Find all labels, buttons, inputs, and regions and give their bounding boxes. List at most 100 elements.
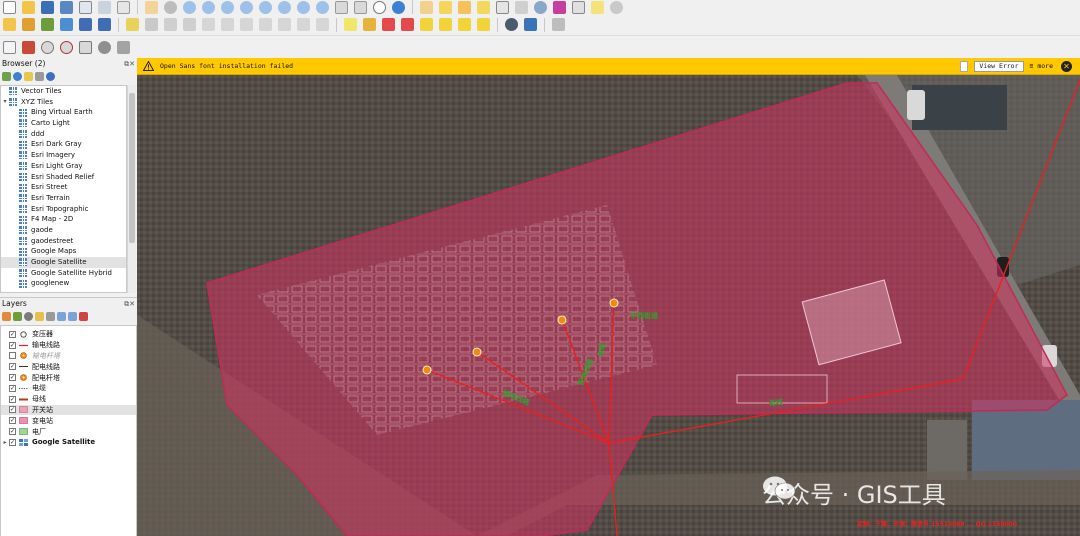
layer-checkbox[interactable]: ✓ (9, 438, 16, 446)
tower-point[interactable] (422, 365, 432, 375)
layer-item[interactable]: 输电杆塔 (1, 351, 136, 362)
layer-checkbox[interactable]: ✓ (9, 330, 16, 338)
label-properties-icon[interactable] (475, 16, 492, 33)
layer-item[interactable]: ✓ 电厂 (1, 426, 136, 437)
tree-item[interactable]: googlenew (1, 278, 126, 289)
filter-legend-icon[interactable] (35, 312, 44, 321)
message-scroll-icon[interactable] (960, 60, 969, 72)
layer-checkbox[interactable]: ✓ (9, 341, 16, 349)
layer-checkbox[interactable] (9, 352, 16, 360)
layer-tree[interactable]: ✓ 变压器 ✓ 输电线路 输电杆塔 ✓ 配电线路 ✓ 配电杆塔 ✓ 电缆 ✓ 母线 ✓ 开关站… (0, 325, 137, 536)
modify-attributes-icon[interactable] (200, 16, 217, 33)
layer-checkbox[interactable]: ✓ (9, 374, 16, 382)
tree-item[interactable]: F4 Map - 2D (1, 214, 126, 225)
tree-item[interactable]: Esri Shaded Relief (1, 172, 126, 183)
settings-tool-icon[interactable] (115, 39, 132, 56)
tree-item[interactable]: Bing Virtual Earth (1, 107, 126, 118)
browser-scroll-thumb[interactable] (129, 93, 135, 243)
layer-checkbox[interactable]: ✓ (9, 395, 16, 403)
tree-item[interactable]: Vector Tiles (1, 86, 126, 97)
expand-arrow-icon[interactable]: ▾ (1, 97, 9, 108)
browser-scrollbar[interactable] (127, 85, 136, 293)
save-edits-icon[interactable] (143, 16, 160, 33)
tree-item[interactable]: Google Satellite Hybrid (1, 268, 126, 279)
refresh-browser-icon[interactable] (13, 72, 22, 81)
redo-icon[interactable] (314, 16, 331, 33)
zoom-tool-icon[interactable] (58, 39, 75, 56)
add-feature-icon[interactable] (162, 16, 179, 33)
expand-all-icon[interactable] (57, 312, 66, 321)
globe-plugin-icon[interactable] (503, 16, 520, 33)
tree-item[interactable]: Esri Dark Gray (1, 139, 126, 150)
layer-item-selected[interactable]: ✓ 开关站 (1, 404, 136, 416)
layer-checkbox[interactable]: ✓ (9, 363, 16, 371)
rotate-label-icon[interactable] (437, 16, 454, 33)
highlight-pinned-icon[interactable] (380, 16, 397, 33)
layer-checkbox[interactable]: ✓ (9, 417, 16, 425)
show-hide-labels-icon[interactable] (399, 16, 416, 33)
layer-item[interactable]: ▸ ✓ Google Satellite (1, 437, 136, 448)
properties-icon[interactable] (46, 72, 55, 81)
tree-item[interactable]: ddd (1, 129, 126, 140)
extent-tool-icon[interactable] (77, 39, 94, 56)
browser-tree[interactable]: Vector Tiles ▾ XYZ Tiles Bing Virtual Ear… (0, 85, 127, 293)
add-group-icon[interactable] (13, 312, 22, 321)
vertex-tool-icon[interactable] (181, 16, 198, 33)
remove-layer-icon[interactable] (79, 312, 88, 321)
layer-item[interactable]: ✓ 电缆 (1, 383, 136, 394)
panel-float-close-icon[interactable]: ⧉✕ (124, 58, 137, 70)
tree-item[interactable]: Google Maps (1, 246, 126, 257)
new-map-view-icon[interactable] (1, 39, 18, 56)
tree-item[interactable]: gaode (1, 225, 126, 236)
tower-point[interactable] (472, 347, 482, 357)
python-console-icon[interactable] (522, 16, 539, 33)
add-spatialite-icon[interactable] (77, 16, 94, 33)
tree-item[interactable]: Esri Imagery (1, 150, 126, 161)
layer-checkbox[interactable]: ✓ (9, 428, 16, 436)
cut-features-icon[interactable] (238, 16, 255, 33)
undo-icon[interactable] (295, 16, 312, 33)
change-label-icon[interactable] (456, 16, 473, 33)
add-virtual-layer-icon[interactable] (96, 16, 113, 33)
layer-item[interactable]: ✓ 变电站 (1, 415, 136, 426)
collapse-all-icon[interactable] (35, 72, 44, 81)
layer-item[interactable]: ✓ 变压器 (1, 329, 136, 340)
add-delimited-text-icon[interactable] (58, 16, 75, 33)
toggle-editing-icon[interactable] (124, 16, 141, 33)
layer-checkbox[interactable]: ✓ (9, 406, 16, 414)
close-icon[interactable]: ✕ (1061, 60, 1072, 72)
more-menu[interactable]: ≡ more (1030, 62, 1053, 70)
delete-selected-icon[interactable] (219, 16, 236, 33)
tower-point[interactable] (557, 315, 567, 325)
tree-item[interactable]: Esri Street (1, 182, 126, 193)
layer-item[interactable]: ✓ 配电线路 (1, 361, 136, 372)
expand-arrow-icon[interactable]: ▸ (1, 439, 9, 446)
current-edits-icon[interactable] (1, 16, 18, 33)
filter-by-expression-icon[interactable] (46, 312, 55, 321)
layer-item[interactable]: ✓ 配电杆塔 (1, 372, 136, 383)
tree-item[interactable]: Carto Light (1, 118, 126, 129)
view-error-button[interactable]: View Error (974, 60, 1024, 72)
add-layer-icon[interactable] (20, 39, 37, 56)
collapse-all-layers-icon[interactable] (68, 312, 77, 321)
paste-features-icon[interactable] (276, 16, 293, 33)
globe-tool-icon[interactable] (96, 39, 113, 56)
layer-item[interactable]: ✓ 输电线路 (1, 340, 136, 351)
add-selected-layers-icon[interactable] (2, 72, 11, 81)
add-vector-layer-icon[interactable] (39, 16, 56, 33)
plugin-manager-icon[interactable] (550, 16, 567, 33)
copy-features-icon[interactable] (257, 16, 274, 33)
add-raster-layer-icon[interactable] (20, 16, 37, 33)
label-tool-icon[interactable] (342, 16, 359, 33)
tree-item[interactable]: Esri Light Gray (1, 161, 126, 172)
open-layer-styling-icon[interactable] (2, 312, 11, 321)
filter-browser-icon[interactable] (24, 72, 33, 81)
tree-item[interactable]: ▾ XYZ Tiles (1, 97, 126, 108)
tree-item[interactable]: Esri Terrain (1, 193, 126, 204)
layer-checkbox[interactable]: ✓ (9, 384, 16, 392)
panel-float-close-icon[interactable]: ⧉✕ (124, 298, 137, 310)
move-label-icon[interactable] (418, 16, 435, 33)
manage-map-themes-icon[interactable] (24, 312, 33, 321)
map-canvas[interactable]: 平西街道 输电线路 配电线路 电缆 母线 公众号 · GIS工具 定制、下载、开… (137, 75, 1080, 536)
find-icon[interactable] (39, 39, 56, 56)
